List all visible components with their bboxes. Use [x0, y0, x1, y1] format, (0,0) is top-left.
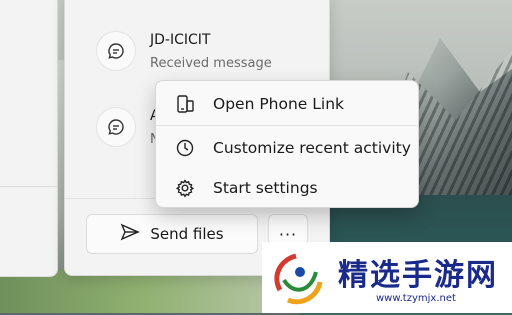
notification-subtitle: Received message: [150, 56, 272, 71]
clock-icon: [173, 136, 197, 160]
menu-item-customize-recent-activity[interactable]: Customize recent activity: [160, 130, 414, 166]
menu-item-open-phone-link[interactable]: Open Phone Link: [160, 86, 414, 122]
menu-separator: [156, 125, 418, 126]
menu-item-label: Start settings: [213, 179, 318, 197]
watermark-url: www.tzymjx.net: [376, 293, 456, 304]
send-files-label: Send files: [150, 225, 224, 243]
notification-title[interactable]: JD-ICICIT: [150, 32, 210, 48]
message-icon: [96, 31, 136, 71]
watermark-logo: [274, 253, 323, 305]
menu-item-label: Customize recent activity: [213, 139, 411, 157]
menu-item-label: Open Phone Link: [213, 95, 345, 113]
phone-link-icon: [173, 92, 197, 116]
send-icon: [120, 223, 141, 245]
more-icon: ···: [278, 224, 298, 244]
context-menu: Open Phone Link Customize recent activit…: [155, 80, 419, 208]
watermark-brand: 精选手游网: [338, 258, 498, 293]
send-files-button[interactable]: Send files: [86, 214, 258, 254]
menu-item-start-settings[interactable]: Start settings: [160, 170, 414, 206]
message-icon: [96, 107, 136, 147]
background-panel: [0, 0, 58, 277]
gear-icon: [173, 176, 197, 200]
